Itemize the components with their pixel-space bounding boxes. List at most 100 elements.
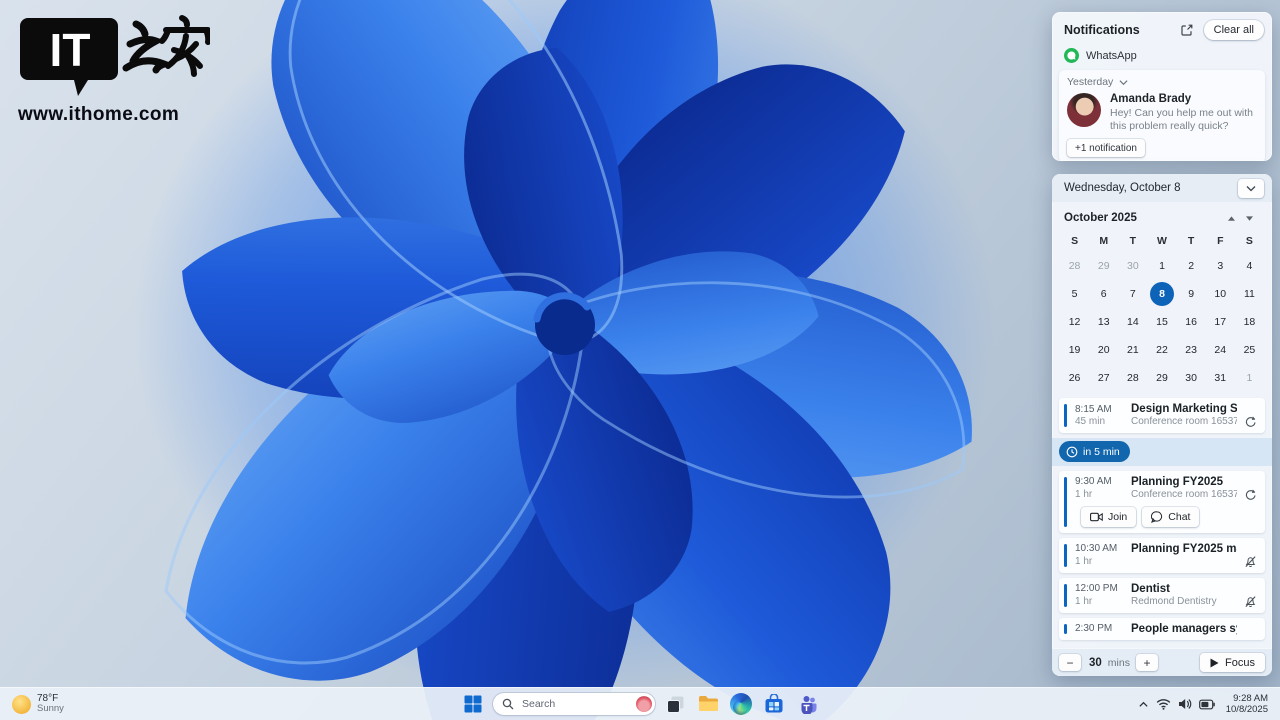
bell-off-icon [1245,595,1256,607]
start-button[interactable] [460,691,486,717]
event-accent-bar [1064,583,1067,607]
event-time: 8:15 AM [1075,403,1112,415]
calendar-day[interactable]: 15 [1147,308,1176,336]
focus-session-bar: − 30 mins + Focus [1052,648,1272,676]
volume-button[interactable] [1178,698,1192,710]
calendar-day[interactable]: 31 [1206,364,1235,392]
chevron-up-icon [1139,701,1148,707]
task-view-button[interactable] [662,691,688,717]
calendar-day-selected[interactable]: 8 [1147,280,1176,308]
calendar-day[interactable]: 23 [1177,336,1206,364]
calendar-day[interactable]: 29 [1147,364,1176,392]
battery-button[interactable] [1198,699,1215,710]
microsoft-store-button[interactable] [761,691,787,717]
notifications-card: Notifications Clear all WhatsApp Yesterd… [1052,12,1272,161]
event-card[interactable]: 12:00 PM Dentist 1 hr Redmond Dentistry [1059,577,1265,613]
previous-month-button[interactable] [1222,210,1240,226]
wifi-icon [1156,699,1170,710]
calendar-month-label: October 2025 [1064,212,1137,224]
event-list: 8:15 AM Design Marketing Sync 45 min Confer… [1052,396,1272,648]
chat-button[interactable]: Chat [1142,506,1200,527]
chevron-down-icon[interactable] [1119,79,1128,86]
teams-button[interactable] [794,691,820,717]
search-box[interactable] [493,693,655,715]
calendar-day[interactable]: 14 [1118,308,1147,336]
calendar-day[interactable]: 5 [1060,280,1089,308]
manage-notifications-button[interactable] [1176,21,1198,39]
search-input[interactable] [520,697,630,711]
calendar-day[interactable]: 1 [1147,252,1176,280]
event-time: 9:30 AM [1075,476,1112,487]
more-notifications-button[interactable]: +1 notification [1067,139,1145,158]
notification-center: Notifications Clear all WhatsApp Yesterd… [1052,12,1272,676]
calendar-day[interactable]: 22 [1147,336,1176,364]
calendar-day[interactable]: 28 [1118,364,1147,392]
calendar-day[interactable]: 30 [1118,252,1147,280]
calendar-day[interactable]: 21 [1118,336,1147,364]
calendar-day[interactable]: 6 [1089,280,1118,308]
join-button[interactable]: Join [1081,506,1137,527]
event-time: 10:30 AM [1075,543,1118,554]
calendar-day[interactable]: 4 [1235,252,1264,280]
calendar-date-header: Wednesday, October 8 [1064,182,1181,194]
calendar-day[interactable]: 19 [1060,336,1089,364]
calendar-day[interactable]: 16 [1177,308,1206,336]
hidden-icons-button[interactable] [1138,700,1149,708]
countdown-pill: in 5 min [1059,441,1130,462]
start-focus-button[interactable]: Focus [1200,653,1265,672]
calendar-day[interactable]: 17 [1206,308,1235,336]
search-highlight-image[interactable] [636,696,652,712]
chevron-down-icon [1246,185,1256,191]
file-explorer-button[interactable] [695,691,721,717]
calendar-day[interactable]: 30 [1177,364,1206,392]
decrease-minutes-button[interactable]: − [1059,654,1081,671]
clock-button[interactable]: 9:28 AM 10/8/2025 [1222,691,1272,718]
calendar-day[interactable]: 2 [1177,252,1206,280]
edge-icon [730,693,752,715]
notification-message: Hey! Can you help me out with this probl… [1110,107,1253,133]
calendar-day[interactable]: 3 [1206,252,1235,280]
event-card[interactable]: 10:30 AM Planning FY2025 marketing 1 hr [1059,537,1265,573]
battery-icon [1198,699,1215,709]
event-card[interactable]: 9:30 AM Planning FY2025 1 hr Conference roo… [1059,470,1265,533]
event-card[interactable]: 8:15 AM Design Marketing Sync 45 min Confer… [1059,398,1265,433]
event-title: Dentist [1131,582,1170,595]
calendar-day[interactable]: 24 [1206,336,1235,364]
event-accent-bar [1064,623,1067,634]
weather-condition: Sunny [37,703,64,715]
countdown-band: in 5 min [1052,438,1272,466]
taskbar: 78°F Sunny Search 9:28 AM 10/8/2025 [0,687,1280,720]
weekday-label: T [1129,235,1137,247]
event-card[interactable]: 2:30 PM People managers sync [1059,617,1265,640]
event-accent-bar [1064,476,1067,527]
increase-minutes-button[interactable]: + [1135,654,1158,671]
collapse-calendar-button[interactable] [1238,178,1264,198]
event-duration: 45 min [1075,416,1106,427]
calendar-weekday-row: SMTWTFS [1052,228,1272,250]
bell-off-icon [1245,555,1256,567]
calendar-day[interactable]: 13 [1089,308,1118,336]
calendar-day[interactable]: 25 [1235,336,1264,364]
calendar-day[interactable]: 12 [1060,308,1089,336]
calendar-day[interactable]: 11 [1235,280,1264,308]
calendar-day[interactable]: 29 [1089,252,1118,280]
event-time: 12:00 PM [1075,583,1118,594]
calendar-day[interactable]: 7 [1118,280,1147,308]
calendar-day[interactable]: 26 [1060,364,1089,392]
sun-icon [12,694,31,714]
event-time: 2:30 PM [1075,623,1113,634]
network-button[interactable] [1156,698,1171,710]
ithome-watermark: IT 之家 www.ithome.com [18,14,218,126]
next-month-button[interactable] [1240,210,1258,226]
calendar-day[interactable]: 28 [1060,252,1089,280]
calendar-day[interactable]: 10 [1206,280,1235,308]
clear-all-button[interactable]: Clear all [1203,20,1264,40]
widgets-weather-button[interactable]: 78°F Sunny [6,688,70,720]
calendar-day[interactable]: 18 [1235,308,1264,336]
calendar-day[interactable]: 1 [1235,364,1264,392]
edge-button[interactable] [728,691,754,717]
calendar-day[interactable]: 9 [1177,280,1206,308]
notification-group[interactable]: Yesterday Amanda Brady Hey! Can you help… [1059,70,1265,161]
calendar-day[interactable]: 27 [1089,364,1118,392]
calendar-day[interactable]: 20 [1089,336,1118,364]
